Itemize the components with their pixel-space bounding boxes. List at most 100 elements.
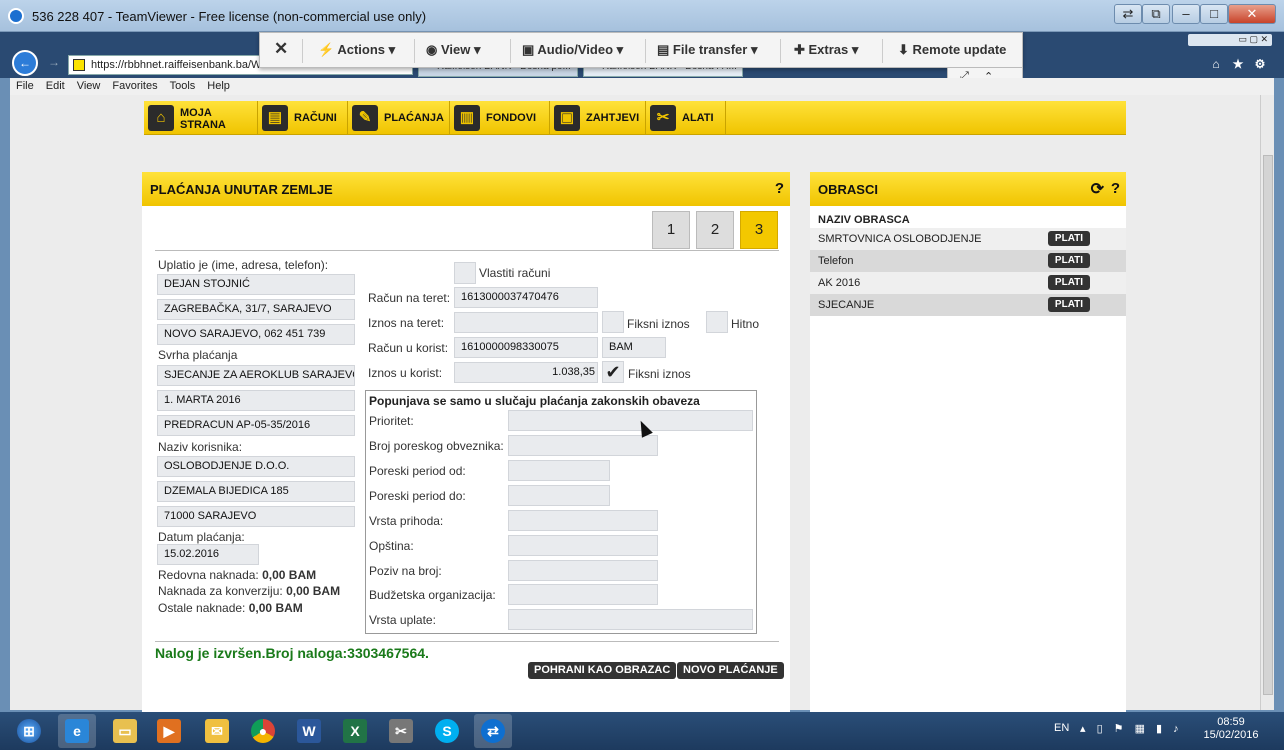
- payer-phone-field[interactable]: NOVO SARAJEVO, 062 451 739: [157, 324, 355, 345]
- language-indicator[interactable]: EN: [1054, 722, 1069, 734]
- forward-icon[interactable]: →: [46, 54, 62, 70]
- mail-icon: ✉: [205, 719, 229, 743]
- step-3-active[interactable]: 3: [740, 211, 778, 249]
- fee1-label: Redovna naknada:: [158, 568, 259, 582]
- excel-icon: X: [343, 719, 367, 743]
- debit-amount-field[interactable]: [454, 312, 598, 333]
- minimize-button[interactable]: –: [1172, 4, 1200, 24]
- swap-icon[interactable]: ⇄: [1114, 4, 1142, 24]
- back-icon[interactable]: ←: [12, 50, 38, 76]
- start-button[interactable]: ⊞: [10, 714, 48, 748]
- tv-file-menu[interactable]: ▤ File transfer ▾: [657, 42, 757, 58]
- reference-number-field[interactable]: [508, 560, 658, 581]
- nav-moja-strana[interactable]: ⌂ MOJA STRANA: [144, 101, 258, 135]
- raiffeisen-favicon-icon: [73, 59, 85, 71]
- nav-zahtjevi[interactable]: ▣ ZAHTJEVI: [550, 101, 646, 135]
- word-taskbar-button[interactable]: W: [290, 714, 328, 748]
- payment-type-field[interactable]: [508, 609, 753, 630]
- tool-taskbar-button[interactable]: ✂: [382, 714, 420, 748]
- help-icon[interactable]: ?: [1111, 180, 1120, 197]
- nav-placanja[interactable]: ✎ PLAĆANJA: [348, 101, 450, 135]
- home-icon[interactable]: ⌂: [1208, 56, 1224, 72]
- step-2[interactable]: 2: [696, 211, 734, 249]
- recipient-label: Naziv korisnika:: [158, 440, 243, 454]
- tax-period-to-field[interactable]: [508, 485, 610, 506]
- pay-button[interactable]: PLATI: [1048, 253, 1090, 268]
- vertical-scrollbar[interactable]: [1260, 95, 1274, 710]
- favorites-star-icon[interactable]: ★: [1230, 56, 1246, 72]
- clock[interactable]: 08:59 15/02/2016: [1198, 716, 1264, 742]
- own-accounts-checkbox[interactable]: [454, 262, 476, 284]
- tv-view-menu[interactable]: ◉ View ▾: [426, 42, 481, 58]
- excel-taskbar-button[interactable]: X: [336, 714, 374, 748]
- recipient-name-field[interactable]: OSLOBODJENJE D.O.O.: [157, 456, 355, 477]
- nav-racuni[interactable]: ▤ RAČUNI: [258, 101, 348, 135]
- tv-audio-menu[interactable]: ▣ Audio/Video ▾: [522, 42, 623, 58]
- nav-racuni-label: RAČUNI: [294, 112, 337, 124]
- recipient-address-field[interactable]: DZEMALA BIJEDICA 185: [157, 481, 355, 502]
- fixed-amount-checked-icon[interactable]: ✔: [602, 361, 624, 383]
- pay-button[interactable]: PLATI: [1048, 231, 1090, 246]
- clock-date: 15/02/2016: [1203, 729, 1259, 741]
- settings-gear-icon[interactable]: ⚙: [1252, 56, 1268, 72]
- nav-fondovi[interactable]: ▥ FONDOVI: [450, 101, 550, 135]
- menu-view[interactable]: View: [77, 80, 101, 92]
- refresh-icon[interactable]: ⟳: [1091, 179, 1104, 199]
- accounts-icon: ▤: [262, 105, 288, 131]
- pay-button[interactable]: PLATI: [1048, 275, 1090, 290]
- template-row: SMRTOVNICA OSLOBODJENJE PLATI: [810, 228, 1126, 250]
- step-1[interactable]: 1: [652, 211, 690, 249]
- menu-favorites[interactable]: Favorites: [112, 80, 157, 92]
- scroll-thumb[interactable]: [1263, 155, 1273, 695]
- close-button[interactable]: ✕: [1228, 4, 1276, 24]
- payer-address-field[interactable]: ZAGREBAČKA, 31/7, SARAJEVO: [157, 299, 355, 320]
- word-icon: W: [297, 719, 321, 743]
- address-url: https://rbbhnet.raiffeisenbank.ba/WEB: [91, 59, 277, 71]
- tv-close-icon[interactable]: ✕: [274, 39, 288, 59]
- menu-edit[interactable]: Edit: [46, 80, 65, 92]
- tv-extras-menu[interactable]: ✚ Extras ▾: [794, 42, 858, 58]
- menu-help[interactable]: Help: [207, 80, 230, 92]
- pay-button[interactable]: PLATI: [1048, 297, 1090, 312]
- fixed-amount-checkbox[interactable]: [602, 311, 624, 333]
- priority-field[interactable]: [508, 410, 753, 431]
- explorer-taskbar-button[interactable]: ▭: [106, 714, 144, 748]
- status-message: Nalog je izvršen.Broj naloga:3303467564.: [155, 645, 429, 661]
- recipient-city-field[interactable]: 71000 SARAJEVO: [157, 506, 355, 527]
- help-icon[interactable]: ?: [775, 180, 784, 197]
- maximize-button[interactable]: □: [1200, 4, 1228, 24]
- date-field[interactable]: 15.02.2016: [157, 544, 259, 565]
- save-template-button[interactable]: POHRANI KAO OBRAZAC: [528, 662, 677, 679]
- purpose-field-3[interactable]: PREDRACUN AP-05-35/2016: [157, 415, 355, 436]
- tax-period-from-field[interactable]: [508, 460, 610, 481]
- purpose-field-1[interactable]: SJECANJE ZA AEROKLUB SARAJEVO: [157, 365, 355, 386]
- new-payment-button[interactable]: NOVO PLAĆANJE: [677, 662, 784, 679]
- tv-actions-menu[interactable]: ⚡ Actions ▾: [318, 42, 395, 58]
- chrome-taskbar-button[interactable]: ●: [244, 714, 282, 748]
- payment-panel-header: PLAĆANJA UNUTAR ZEMLJE?: [142, 172, 790, 206]
- teamviewer-taskbar-button[interactable]: ⇄: [474, 714, 512, 748]
- tv-remote-update[interactable]: ⬇ Remote update: [898, 42, 1006, 58]
- exit-fullscreen-icon[interactable]: ⧉: [1142, 4, 1170, 24]
- revenue-type-field[interactable]: [508, 510, 658, 531]
- ie-taskbar-button[interactable]: e: [58, 714, 96, 748]
- purpose-field-2[interactable]: 1. MARTA 2016: [157, 390, 355, 411]
- nav-alati[interactable]: ✂ ALATI: [646, 101, 726, 135]
- skype-taskbar-button[interactable]: S: [428, 714, 466, 748]
- urgent-checkbox[interactable]: [706, 311, 728, 333]
- credit-amount-field[interactable]: 1.038,35: [454, 362, 598, 383]
- budget-org-field[interactable]: [508, 584, 658, 605]
- menu-tools[interactable]: Tools: [170, 80, 196, 92]
- menu-file[interactable]: File: [16, 80, 34, 92]
- mail-taskbar-button[interactable]: ✉: [198, 714, 236, 748]
- media-taskbar-button[interactable]: ▶: [150, 714, 188, 748]
- tax-number-field[interactable]: [508, 435, 658, 456]
- payer-name-field[interactable]: DEJAN STOJNIĆ: [157, 274, 355, 295]
- page-title: PLAĆANJA UNUTAR ZEMLJE: [150, 182, 333, 197]
- currency-field[interactable]: BAM: [602, 337, 666, 358]
- debit-account-field[interactable]: 1613000037470476: [454, 287, 598, 308]
- folder-icon: ▭: [113, 719, 137, 743]
- credit-account-field[interactable]: 1610000098330075: [454, 337, 598, 358]
- municipality-field[interactable]: [508, 535, 658, 556]
- tray-icons[interactable]: ▴ ▯ ⚑ ▦ ▮ ♪: [1080, 722, 1183, 735]
